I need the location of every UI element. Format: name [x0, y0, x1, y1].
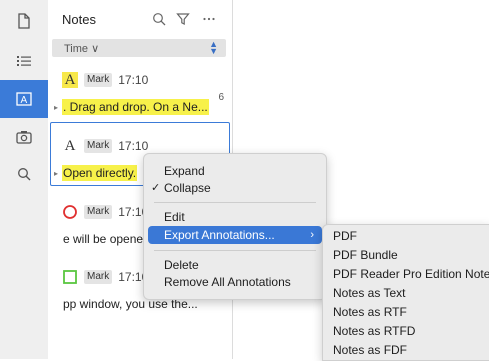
menu-item-edit[interactable]: Edit — [144, 208, 326, 226]
note-meta: Mark 17:10 — [62, 267, 148, 287]
note-meta: Mark 17:10 — [62, 202, 148, 222]
note-time: 17:10 — [118, 73, 149, 87]
disclosure-caret-icon[interactable]: ▸ — [54, 169, 62, 178]
note-content: ▸ . Drag and drop. On a Ne... — [54, 98, 209, 116]
square-annotation-icon — [62, 269, 78, 285]
note-meta: A Mark 17:10 — [62, 70, 148, 90]
menu-item-label: Delete — [164, 258, 199, 272]
list-icon[interactable] — [12, 49, 36, 73]
note-snippet: Open directly. — [62, 165, 138, 181]
submenu-item-notes-as-text[interactable]: Notes as Text — [333, 284, 405, 302]
sort-label[interactable]: Time ∨ — [64, 42, 99, 55]
snapshot-icon[interactable] — [12, 125, 36, 149]
menu-item-label: Remove All Annotations — [164, 275, 291, 289]
menu-item-delete[interactable]: Delete — [144, 256, 326, 274]
note-content: e will be opene — [62, 230, 144, 248]
mark-badge: Mark — [84, 139, 113, 153]
checkmark-icon: ✓ — [151, 182, 161, 194]
submenu-item-notes-as-rtfd[interactable]: Notes as RTFD — [333, 322, 415, 340]
export-submenu: PDF PDF Bundle PDF Reader Pro Edition No… — [322, 224, 489, 361]
disclosure-caret-icon[interactable]: ▸ — [54, 103, 62, 112]
sort-order-icon[interactable]: ▲ ▼ — [209, 40, 218, 56]
mark-badge: Mark — [84, 73, 113, 87]
menu-item-export-annotations[interactable]: Export Annotations... › — [148, 226, 322, 244]
menu-separator — [154, 250, 316, 251]
menu-item-remove-all-annotations[interactable]: Remove All Annotations — [144, 273, 326, 291]
text-annotation-icon: A — [62, 138, 78, 154]
submenu-item-pdf-bundle[interactable]: PDF Bundle — [333, 246, 398, 264]
mark-badge: Mark — [84, 205, 113, 219]
filter-icon[interactable] — [174, 10, 192, 28]
search-icon[interactable] — [150, 10, 168, 28]
text-annotation-icon: A — [62, 72, 78, 88]
menu-item-label: Collapse — [164, 181, 211, 195]
menu-item-label: Expand — [164, 164, 205, 178]
note-snippet: e will be opene — [63, 232, 144, 246]
note-time: 17:10 — [118, 139, 149, 153]
mark-badge: Mark — [84, 270, 113, 284]
submenu-item-notes-as-rtf[interactable]: Notes as RTF — [333, 303, 407, 321]
note-content: ▸ Open directly. — [54, 164, 138, 182]
note-count: 6 — [218, 92, 224, 103]
submenu-arrow-icon: › — [310, 229, 314, 241]
search-icon[interactable] — [12, 162, 36, 186]
sidebar-rail: A — [0, 0, 49, 359]
menu-separator — [154, 202, 316, 203]
document-icon[interactable] — [12, 9, 36, 33]
menu-item-label: Export Annotations... — [164, 228, 275, 242]
note-meta: A Mark 17:10 — [62, 136, 148, 156]
submenu-item-pdf[interactable]: PDF — [333, 227, 357, 245]
menu-item-label: Edit — [164, 210, 185, 224]
annotation-icon[interactable]: A — [0, 80, 48, 118]
circle-annotation-icon — [62, 204, 78, 220]
sort-bar[interactable]: Time ∨ ▲ ▼ — [52, 39, 226, 57]
menu-item-expand[interactable]: Expand — [144, 162, 326, 180]
svg-text:A: A — [21, 95, 28, 106]
panel-title: Notes — [62, 12, 96, 27]
menu-item-collapse[interactable]: ✓ Collapse — [144, 179, 326, 197]
note-snippet: . Drag and drop. On a Ne... — [62, 99, 209, 115]
more-icon[interactable] — [200, 10, 218, 28]
submenu-item-notes-as-fdf[interactable]: Notes as FDF — [333, 341, 407, 359]
submenu-item-pdf-reader-pro-edition-notes[interactable]: PDF Reader Pro Edition Notes — [333, 265, 489, 283]
context-menu: Expand ✓ Collapse Edit Export Annotation… — [143, 153, 327, 300]
